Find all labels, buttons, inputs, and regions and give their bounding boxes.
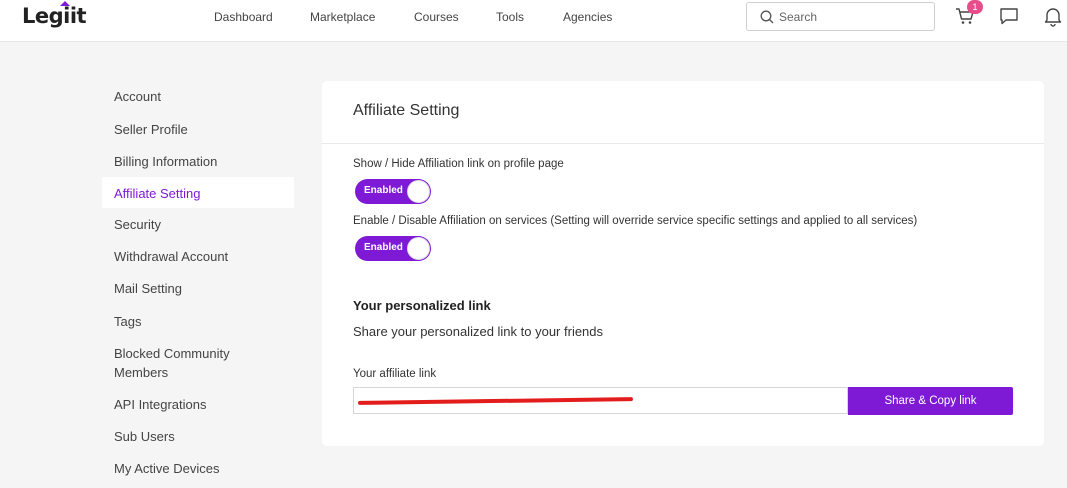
bell-icon [1044,8,1062,27]
toggle-knob [407,237,430,260]
sidebar-item-my-active-devices[interactable]: My Active Devices [114,459,219,478]
sidebar-item-blocked-community-members[interactable]: Blocked Community Members [114,344,254,382]
message-icon [1000,8,1018,25]
sidebar-item-sub-users[interactable]: Sub Users [114,427,175,446]
profile-link-label: Show / Hide Affiliation link on profile … [353,158,564,170]
sidebar-item-security[interactable]: Security [114,215,161,234]
personal-link-heading: Your personalized link [353,298,491,313]
search-input[interactable] [779,8,929,26]
services-affiliation-label: Enable / Disable Affiliation on services… [353,215,918,227]
search-icon [760,10,774,24]
card-divider [322,143,1044,144]
profile-link-toggle[interactable]: Enabled [355,179,431,204]
sidebar-item-billing-information[interactable]: Billing Information [114,152,217,171]
search-box[interactable] [746,2,935,31]
toggle-state-label: Enabled [364,242,403,253]
sidebar-item-tags[interactable]: Tags [114,312,141,331]
toggle-knob [407,180,430,203]
toggle-state-label: Enabled [364,185,403,196]
logo[interactable]: Legiit [22,4,87,28]
sidebar-item-account[interactable]: Account [114,87,161,106]
nav-tools[interactable]: Tools [496,10,524,24]
affiliate-settings-card: Affiliate Setting Show / Hide Affiliatio… [322,81,1044,446]
nav-courses[interactable]: Courses [414,10,459,24]
nav-dashboard[interactable]: Dashboard [214,10,273,24]
personal-link-subtitle: Share your personalized link to your fri… [353,324,604,339]
affiliate-link-label: Your affiliate link [353,368,437,380]
sidebar-item-seller-profile[interactable]: Seller Profile [114,120,188,139]
sidebar-item-mail-setting[interactable]: Mail Setting [114,279,182,298]
top-navigation-bar: Legiit Dashboard Marketplace Courses Too… [0,0,1067,42]
nav-marketplace[interactable]: Marketplace [310,10,375,24]
logo-roof-icon [60,1,70,6]
sidebar-item-affiliate-setting[interactable]: Affiliate Setting [114,184,200,203]
services-affiliation-toggle[interactable]: Enabled [355,236,431,261]
sidebar-item-withdrawal-account[interactable]: Withdrawal Account [114,247,228,266]
share-copy-link-button[interactable]: Share & Copy link [848,387,1013,415]
notifications-button[interactable] [1042,5,1064,27]
cart-count-badge: 1 [967,0,983,14]
page-title: Affiliate Setting [353,102,460,119]
messages-button[interactable] [998,5,1020,27]
nav-agencies[interactable]: Agencies [563,10,612,24]
sidebar-item-api-integrations[interactable]: API Integrations [114,395,207,414]
